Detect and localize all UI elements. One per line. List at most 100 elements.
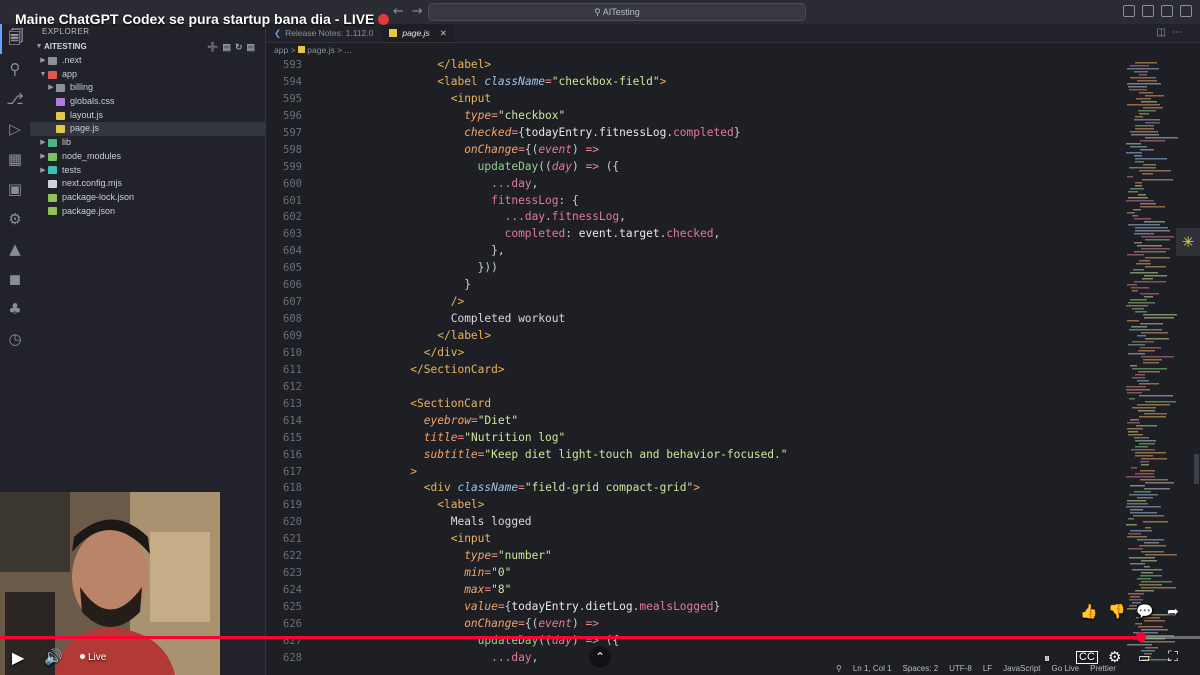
nav-arrows[interactable]: ←→ (393, 4, 431, 19)
code-line[interactable]: 596 type = "checkbox" (266, 108, 1116, 125)
editor-actions[interactable]: ◫⋯ (1157, 24, 1200, 42)
explorer-actions[interactable]: ➕▤↻▤ (207, 40, 259, 54)
testing-icon[interactable]: ⚙ (0, 204, 30, 234)
code-line[interactable]: 607 /> (266, 294, 1116, 311)
encoding[interactable]: UTF-8 (949, 664, 972, 673)
breadcrumb-item[interactable]: app (274, 45, 288, 55)
code-token: { (504, 600, 512, 613)
command-center-search[interactable]: ⚲ AITesting (428, 3, 806, 21)
code-line[interactable]: 600 ... day, (266, 176, 1116, 193)
source-control-icon[interactable]: ⎇ (0, 84, 30, 114)
minimap-line (1143, 359, 1162, 361)
tree-item[interactable]: ▶ lib (30, 136, 265, 150)
search-icon[interactable]: ⚲ (0, 54, 30, 84)
dislike-icon[interactable]: 👎 (1108, 603, 1126, 621)
language-mode[interactable]: JavaScript (1003, 664, 1040, 673)
scrollbar-thumb[interactable] (1194, 454, 1199, 484)
zoom-icon[interactable]: ⚲ (836, 664, 842, 673)
progress-bar[interactable] (0, 636, 1140, 639)
code-line[interactable]: 594 <label className = "checkbox-field" > (266, 74, 1116, 91)
code-line[interactable]: 595 <input (266, 91, 1116, 108)
deploy-icon[interactable]: ▲ (0, 234, 30, 264)
captions-icon[interactable]: CC (1076, 651, 1098, 664)
project-header[interactable]: ▼ AITESTING ➕▤↻▤ (30, 40, 265, 54)
tab-page-js[interactable]: page.js ✕ (381, 24, 455, 42)
containers-icon[interactable]: ◼ (0, 264, 30, 294)
code-line[interactable]: 604 }, (266, 243, 1116, 260)
layout-controls[interactable] (1123, 5, 1192, 17)
code-line[interactable]: 606 } (266, 277, 1116, 294)
like-icon[interactable]: 👍 (1080, 603, 1098, 621)
tree-item[interactable]: layout.js (30, 109, 265, 123)
code-line[interactable]: 618 <div className = "field-grid compact-g… (266, 480, 1116, 497)
close-icon[interactable]: ✕ (440, 24, 447, 42)
code-line[interactable]: 605 })) (266, 260, 1116, 277)
play-icon[interactable]: ▶ (12, 648, 24, 668)
cursor-position[interactable]: Ln 1, Col 1 (853, 664, 892, 673)
code-line[interactable]: 608 Completed workout (266, 311, 1116, 328)
code-line[interactable]: 598 onChange ={(event) => (266, 142, 1116, 159)
code-line[interactable]: 617 > (266, 464, 1116, 481)
chevron-right-icon: ▶ (40, 152, 46, 160)
code-line[interactable]: 623 min = "0" (266, 565, 1116, 582)
tree-item[interactable]: ▶ billing (30, 81, 265, 95)
code-line[interactable]: 602 ... day. fitnessLog, (266, 209, 1116, 226)
tree-item[interactable]: package.json (30, 205, 265, 219)
run-debug-icon[interactable]: ▷ (0, 114, 30, 144)
code-line[interactable]: 599 updateDay((day) => ({ (266, 159, 1116, 176)
extensions-icon[interactable]: ▦ (0, 144, 30, 174)
tree-item[interactable]: page.js (30, 122, 265, 137)
code-line[interactable]: 601 fitnessLog: { (266, 193, 1116, 210)
explorer-icon[interactable]: 🗐 (0, 24, 30, 54)
code-line[interactable]: 619 <label> (266, 497, 1116, 514)
code-line[interactable]: 622 type = "number" (266, 548, 1116, 565)
code-line[interactable]: 610 </div> (266, 345, 1116, 362)
code-line[interactable]: 593 </label> (266, 57, 1116, 74)
tree-item[interactable]: globals.css (30, 95, 265, 109)
volume-icon[interactable]: 🔊 (44, 648, 63, 666)
progress-remaining[interactable] (1140, 636, 1200, 639)
end-of-line[interactable]: LF (983, 664, 992, 673)
code-line[interactable]: 612 (266, 379, 1116, 396)
code-line[interactable]: 620 Meals logged (266, 514, 1116, 531)
cast-icon[interactable]: ▭ (1138, 650, 1150, 666)
code-line[interactable]: 616 subtitle = "Keep diet light-touch and … (266, 447, 1116, 464)
tree-item[interactable]: next.config.mjs (30, 177, 265, 191)
tree-item[interactable]: ▶ tests (30, 164, 265, 178)
progress-handle[interactable] (1136, 632, 1146, 642)
minimap[interactable] (1122, 62, 1192, 662)
breadcrumb-item[interactable]: ... (344, 45, 351, 55)
live-indicator[interactable]: Live (80, 652, 106, 663)
code-line[interactable]: 609 </label> (266, 328, 1116, 345)
remote-explorer-icon[interactable]: ▣ (0, 174, 30, 204)
indentation[interactable]: Spaces: 2 (903, 664, 939, 673)
video-title[interactable]: Maine ChatGPT Codex se pura startup bana… (15, 11, 390, 27)
autoplay-toggle-icon[interactable]: ⏸ (1044, 651, 1050, 666)
tree-item[interactable]: ▶ node_modules (30, 150, 265, 164)
code-line[interactable]: 603 completed: event. target. checked, (266, 226, 1116, 243)
code-line[interactable]: 597 checked ={todayEntry. fitnessLog. compl… (266, 125, 1116, 142)
python-icon[interactable]: ♣ (0, 294, 30, 324)
breadcrumb-item[interactable]: page.js (307, 45, 334, 55)
code-line[interactable]: 614 eyebrow = "Diet" (266, 413, 1116, 430)
chat-icon[interactable]: 💬 (1136, 603, 1154, 621)
share-icon[interactable]: ➦ (1164, 603, 1182, 621)
code-line[interactable]: 624 max = "8" (266, 582, 1116, 599)
code-line[interactable]: 611 </SectionCard> (266, 362, 1116, 379)
code-line[interactable]: 626 onChange ={(event) => (266, 616, 1116, 633)
go-live[interactable]: Go Live (1052, 664, 1080, 673)
tree-item[interactable]: ▶ .next (30, 54, 265, 68)
code-line[interactable]: 615 title = "Nutrition log" (266, 430, 1116, 447)
copilot-icon[interactable]: ✳ (1176, 228, 1200, 256)
code-line[interactable]: 613 <SectionCard (266, 396, 1116, 413)
settings-gear-icon[interactable]: ⚙ (1108, 648, 1121, 666)
tree-item[interactable]: package-lock.json (30, 191, 265, 205)
code-line[interactable]: 621 <input (266, 531, 1116, 548)
chevron-up-icon[interactable]: ⌃ (589, 646, 611, 668)
code-line[interactable]: 625 value ={todayEntry. dietLog. mealsLogge… (266, 599, 1116, 616)
timeline-icon[interactable]: ◷ (0, 324, 30, 354)
fullscreen-icon[interactable]: ⛶ (1168, 648, 1178, 665)
code-view[interactable]: 593 </label> 594 <label className = "checkb… (266, 57, 1116, 667)
tree-item[interactable]: ▼ app (30, 68, 265, 82)
minimap-line (1126, 389, 1150, 391)
